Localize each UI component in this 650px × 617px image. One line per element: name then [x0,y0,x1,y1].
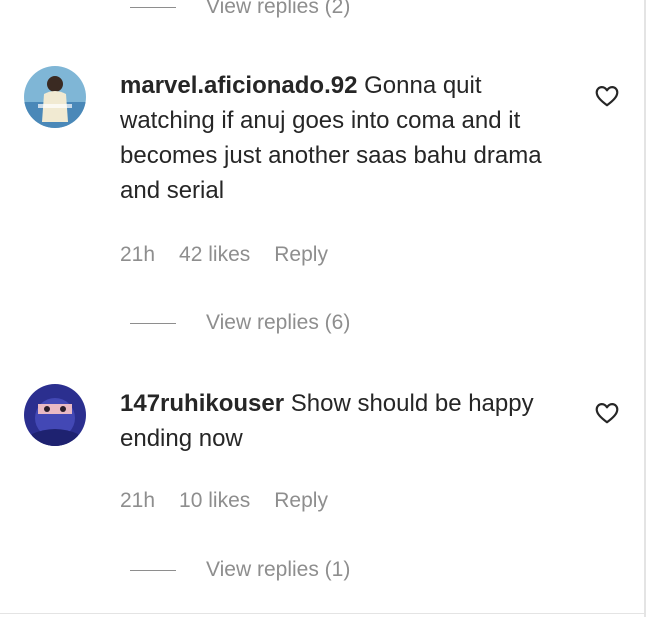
comment-meta: 21h 10 likes Reply [120,486,352,516]
divider-dash [130,569,176,571]
comment-meta: 21h 42 likes Reply [120,240,352,270]
comments-panel: View replies (2) marvel.aficionado.92 Go… [0,0,644,617]
comment-likes[interactable]: 42 likes [179,243,250,267]
reply-button[interactable]: Reply [274,243,328,267]
comment-text-block: marvel.aficionado.92 Gonna quit watching… [120,68,570,208]
heart-outline-icon[interactable] [594,83,620,109]
reply-button[interactable]: Reply [274,489,328,513]
comment-likes[interactable]: 10 likes [179,489,250,513]
divider-dash [130,322,176,324]
comment-username[interactable]: marvel.aficionado.92 [120,72,357,99]
avatar-image [24,66,86,128]
view-replies-button[interactable]: View replies (2) [130,0,350,22]
view-replies-button[interactable]: View replies (6) [130,308,350,338]
heart-outline-icon[interactable] [594,400,620,426]
view-replies-label: View replies (1) [206,558,351,581]
view-replies-label: View replies (6) [206,311,351,334]
panel-right-divider [644,0,646,617]
view-replies-label: View replies (2) [206,0,351,18]
divider-dash [130,6,176,8]
comment-time: 21h [120,243,156,266]
panel-bottom-divider [0,613,644,614]
view-replies-button[interactable]: View replies (1) [130,555,350,585]
comment-time: 21h [120,489,156,512]
comment-username[interactable]: 147ruhikouser [120,390,284,417]
avatar[interactable] [24,66,86,128]
comment-text-block: 147ruhikouser Show should be happy endin… [120,386,570,456]
avatar[interactable] [24,384,86,446]
avatar-image [24,384,86,446]
